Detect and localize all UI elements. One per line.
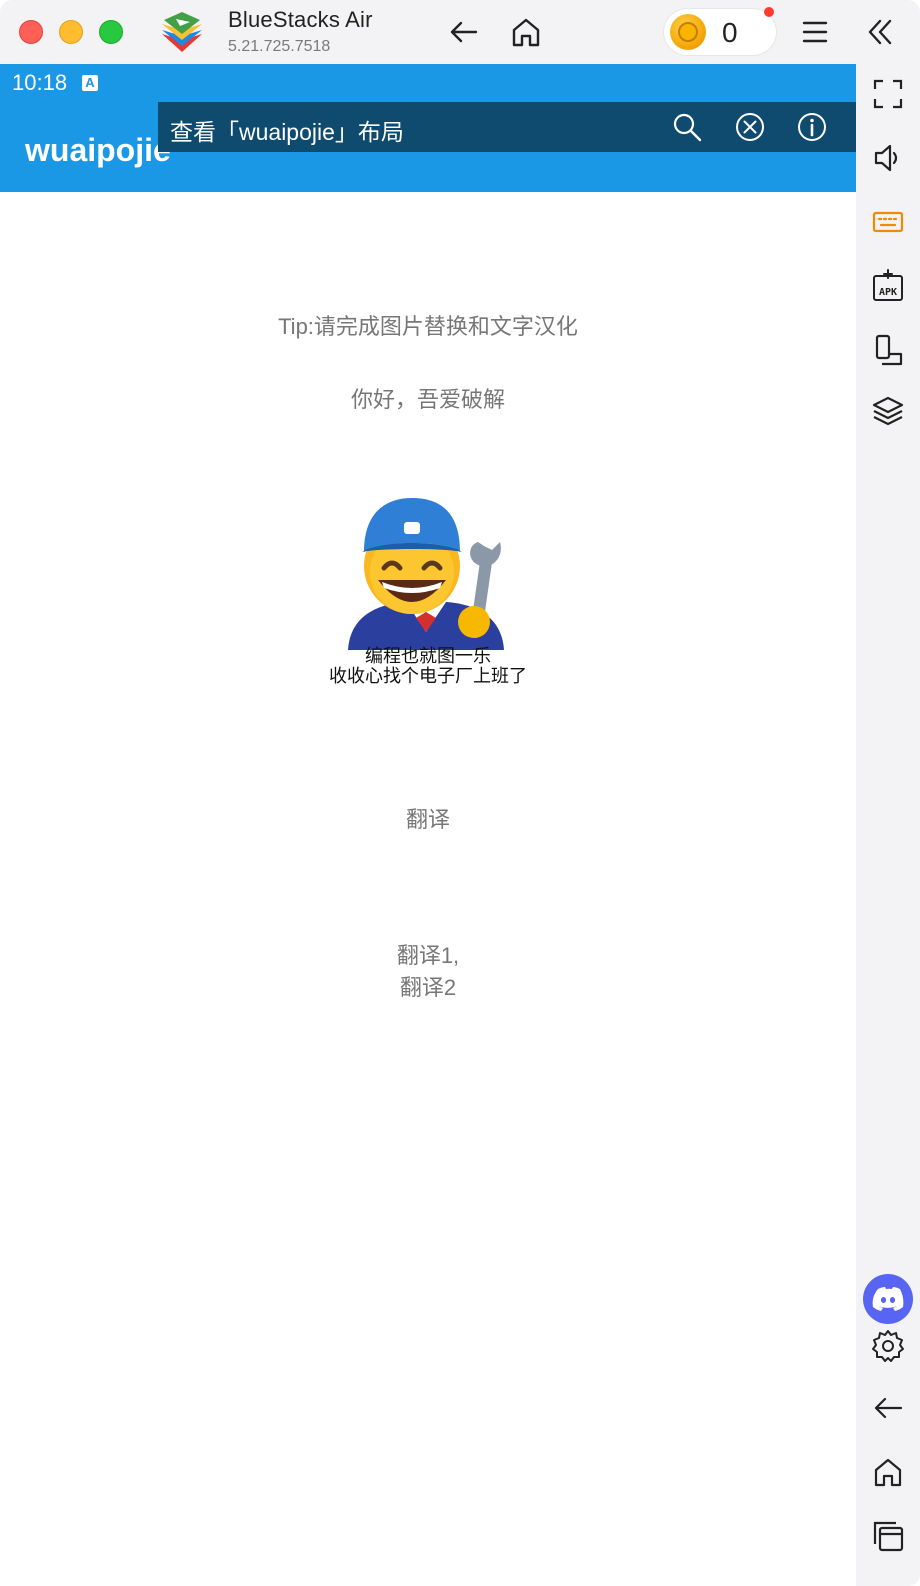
close-window-button[interactable]: [19, 20, 43, 44]
right-sidebar: APK: [856, 64, 920, 1586]
translate-button[interactable]: 翻译: [0, 802, 856, 834]
layers-icon[interactable]: [870, 394, 906, 430]
coin-icon: [670, 14, 706, 50]
tip-text: Tip:请完成图片替换和文字汉化: [278, 314, 578, 339]
maximize-window-button[interactable]: [99, 20, 123, 44]
home-icon[interactable]: [870, 1454, 906, 1490]
install-apk-icon[interactable]: APK: [870, 268, 906, 304]
app-bar-title: wuaipojie: [25, 132, 171, 168]
back-arrow-icon[interactable]: [446, 14, 482, 50]
search-icon[interactable]: [671, 111, 703, 143]
recent-apps-icon[interactable]: [870, 1518, 906, 1554]
android-screen: 10:18 A wuaipojie 查看「wuaipojie」布局 Tip:请完: [0, 64, 856, 1586]
minimize-window-button[interactable]: [59, 20, 83, 44]
fullscreen-icon[interactable]: [870, 76, 906, 112]
volume-icon[interactable]: [870, 140, 906, 176]
discord-icon: [872, 1287, 904, 1311]
greeting-text: 你好，吾爱破解: [350, 387, 505, 412]
status-bar: 10:18 A: [0, 64, 856, 102]
worker-emoji-image: [348, 498, 504, 650]
bluestacks-window: BlueStacks Air 5.21.725.7518 0 10:18 A w…: [0, 0, 920, 1586]
app-version: 5.21.725.7518: [228, 38, 331, 55]
bluestacks-logo-icon: [162, 12, 202, 52]
coin-balance-button[interactable]: 0: [664, 7, 776, 55]
translate-result: 翻译1, 翻译2: [0, 940, 856, 1004]
notification-a-icon: A: [82, 75, 98, 91]
discord-button[interactable]: [863, 1274, 913, 1324]
home-icon[interactable]: [508, 14, 544, 50]
notification-dot: [764, 7, 774, 17]
coin-count: 0: [722, 17, 738, 48]
layout-inspector-bar[interactable]: 查看「wuaipojie」布局: [158, 102, 856, 152]
info-icon[interactable]: [796, 111, 828, 143]
title-bar: BlueStacks Air 5.21.725.7518 0: [0, 0, 920, 64]
translate-result-line2: 翻译2: [399, 975, 457, 1000]
translate-result-line1: 翻译1,: [396, 943, 460, 968]
rotate-device-icon[interactable]: [870, 332, 906, 368]
settings-gear-icon[interactable]: [870, 1328, 906, 1364]
meme-caption-line2: 收收心找个电子厂上班了: [329, 666, 527, 686]
collapse-double-chevron-icon[interactable]: [862, 14, 898, 50]
close-circle-icon[interactable]: [734, 111, 766, 143]
meme-caption: 编程也就图一乐 收收心找个电子厂上班了: [300, 646, 556, 686]
back-arrow-icon[interactable]: [870, 1390, 906, 1426]
svg-text:APK: APK: [879, 287, 897, 298]
meme-caption-line1: 编程也就图一乐: [365, 646, 491, 666]
menu-icon[interactable]: [797, 14, 833, 50]
status-time: 10:18: [12, 70, 68, 95]
layout-inspector-label: 查看「wuaipojie」布局: [170, 119, 404, 145]
app-name: BlueStacks Air: [228, 7, 373, 32]
keyboard-icon[interactable]: [870, 204, 906, 240]
